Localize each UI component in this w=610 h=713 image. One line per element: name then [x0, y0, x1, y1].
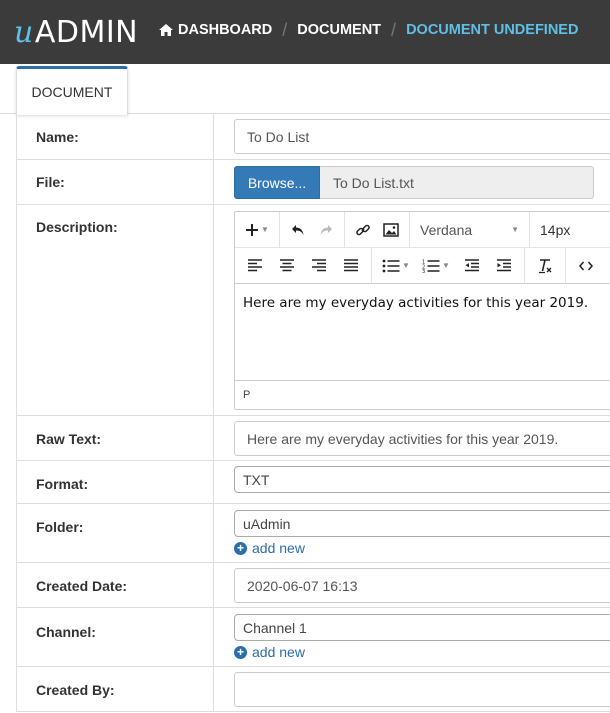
numbered-list-icon[interactable]: 1 2 3 ▼ [416, 252, 456, 280]
tab-bar: DOCUMENT [0, 64, 610, 115]
breadcrumb-dashboard[interactable]: DASHBOARD [178, 22, 272, 38]
document-form: Name: To Do List File: Browse... To Do L… [16, 114, 610, 712]
clear-formatting-icon[interactable] [529, 252, 561, 280]
form-row-channel: Channel: Channel 1 + add new [17, 608, 610, 667]
description-label: Description: [36, 219, 118, 235]
bullet-list-icon[interactable]: ▼ [376, 252, 416, 280]
plus-circle-icon: + [234, 541, 247, 555]
align-right-icon[interactable] [303, 252, 335, 280]
link-icon[interactable] [349, 216, 377, 244]
undo-icon[interactable] [284, 216, 312, 244]
top-navbar: u ADMIN DASHBOARD / DOCUMENT / DOCUMENT U… [0, 0, 610, 64]
font-family-select[interactable]: Verdana ▼ [410, 212, 530, 248]
breadcrumb-separator: / [282, 19, 288, 40]
format-label: Format: [36, 476, 89, 492]
logo-prefix: u [14, 14, 34, 50]
breadcrumb-separator: / [391, 19, 397, 40]
created-date-label: Created Date: [36, 578, 128, 594]
align-justify-icon[interactable] [335, 252, 367, 280]
font-family-value: Verdana [420, 221, 473, 238]
raw-text-label: Raw Text: [36, 431, 102, 447]
format-select[interactable]: TXT [234, 466, 610, 493]
plus-circle-icon: + [234, 645, 247, 659]
created-by-label: Created By: [36, 682, 115, 698]
breadcrumb-document[interactable]: DOCUMENT [297, 22, 381, 38]
file-name-field[interactable]: To Do List.txt [320, 166, 594, 199]
redo-icon[interactable] [312, 216, 340, 244]
source-code-icon[interactable] [570, 252, 602, 280]
app-logo[interactable]: u ADMIN [14, 12, 138, 52]
channel-add-new-text: add new [252, 644, 305, 660]
channel-label: Channel: [36, 624, 96, 640]
folder-label: Folder: [36, 519, 84, 535]
editor-status-path: P [235, 380, 610, 409]
form-row-format: Format: TXT [17, 461, 610, 504]
breadcrumb: DASHBOARD / DOCUMENT / DOCUMENT UNDEFINE… [158, 18, 578, 42]
channel-select[interactable]: Channel 1 [234, 614, 610, 641]
font-size-select[interactable]: 14px [530, 222, 580, 238]
form-row-name: Name: To Do List [17, 114, 610, 160]
name-input[interactable]: To Do List [234, 119, 610, 154]
align-center-icon[interactable] [271, 252, 303, 280]
align-left-icon[interactable] [239, 252, 271, 280]
outdent-icon[interactable] [456, 252, 488, 280]
folder-add-new-text: add new [252, 540, 305, 556]
form-row-created-by: Created By: [17, 667, 610, 712]
breadcrumb-current: DOCUMENT UNDEFINED [406, 22, 579, 38]
insert-icon[interactable]: ▼ [239, 216, 275, 244]
logo-text: ADMIN [34, 14, 139, 50]
editor-content[interactable]: Here are my everyday activities for this… [243, 295, 588, 311]
form-row-file: File: Browse... To Do List.txt [17, 160, 610, 205]
created-by-input[interactable] [234, 672, 610, 707]
browse-button[interactable]: Browse... [234, 166, 320, 199]
editor-toolbar-bottom: ▼ 1 2 3 ▼ [235, 247, 610, 284]
name-label: Name: [36, 129, 79, 145]
form-row-created-date: Created Date: 2020-06-07 16:13 [17, 563, 610, 608]
image-icon[interactable] [377, 216, 405, 244]
editor-toolbar-top: ▼ Verdana ▼ 14px [235, 212, 610, 248]
rich-text-editor: ▼ Verdana ▼ 14px ▼ 1 2 3 ▼ Here are my e… [234, 211, 610, 410]
form-row-folder: Folder: uAdmin + add new [17, 504, 610, 563]
channel-add-new-link[interactable]: + add new [234, 644, 305, 660]
folder-select[interactable]: uAdmin [234, 510, 610, 537]
folder-add-new-link[interactable]: + add new [234, 540, 305, 556]
indent-icon[interactable] [488, 252, 520, 280]
svg-text:3: 3 [422, 269, 425, 273]
home-icon [159, 24, 173, 36]
file-label: File: [36, 174, 65, 190]
form-row-description: Description: ▼ Verdana ▼ 14px ▼ 1 2 3 ▼ … [17, 205, 610, 416]
created-date-input[interactable]: 2020-06-07 16:13 [234, 568, 610, 603]
tab-document[interactable]: DOCUMENT [16, 66, 128, 115]
form-row-raw-text: Raw Text: Here are my everyday activitie… [17, 416, 610, 461]
chevron-down-icon: ▼ [511, 225, 519, 234]
raw-text-input[interactable]: Here are my everyday activities for this… [234, 421, 610, 456]
